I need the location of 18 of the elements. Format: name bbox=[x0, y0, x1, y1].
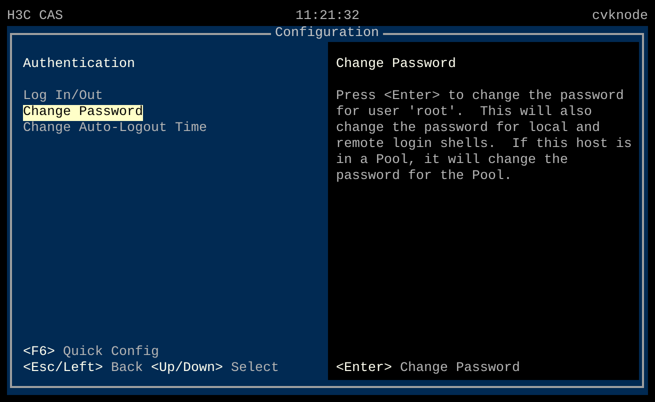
clock-time: 11:21:32 bbox=[296, 9, 360, 25]
key-hint: <F6> bbox=[23, 345, 55, 361]
menu-item[interactable]: Change Auto-Logout Time bbox=[23, 121, 207, 137]
key-action: Back bbox=[110, 361, 143, 377]
detail-description: Press <Enter> to change the password for user 'root'. This will also change the password for local and remote login shells. If this host is in a Pool, it will change the password for the Pool. bbox=[336, 89, 633, 185]
key-hint: <Esc/Left> bbox=[23, 361, 103, 377]
hostname: cvknode bbox=[592, 9, 648, 25]
key-hint: <Up/Down> bbox=[150, 361, 223, 377]
window-title: Configuration bbox=[271, 26, 383, 42]
menu-heading: Authentication bbox=[23, 57, 136, 73]
key-action: Change Password bbox=[400, 361, 520, 377]
key-action: Select bbox=[230, 361, 279, 377]
product-name: H3C CAS bbox=[7, 9, 63, 25]
menu-item[interactable]: Log In/Out bbox=[23, 89, 103, 105]
detail-heading: Change Password bbox=[336, 57, 457, 73]
key-hint: <Enter> bbox=[336, 361, 392, 377]
menu-item[interactable]: Change Password bbox=[23, 105, 143, 121]
key-action: Quick Config bbox=[63, 345, 159, 361]
